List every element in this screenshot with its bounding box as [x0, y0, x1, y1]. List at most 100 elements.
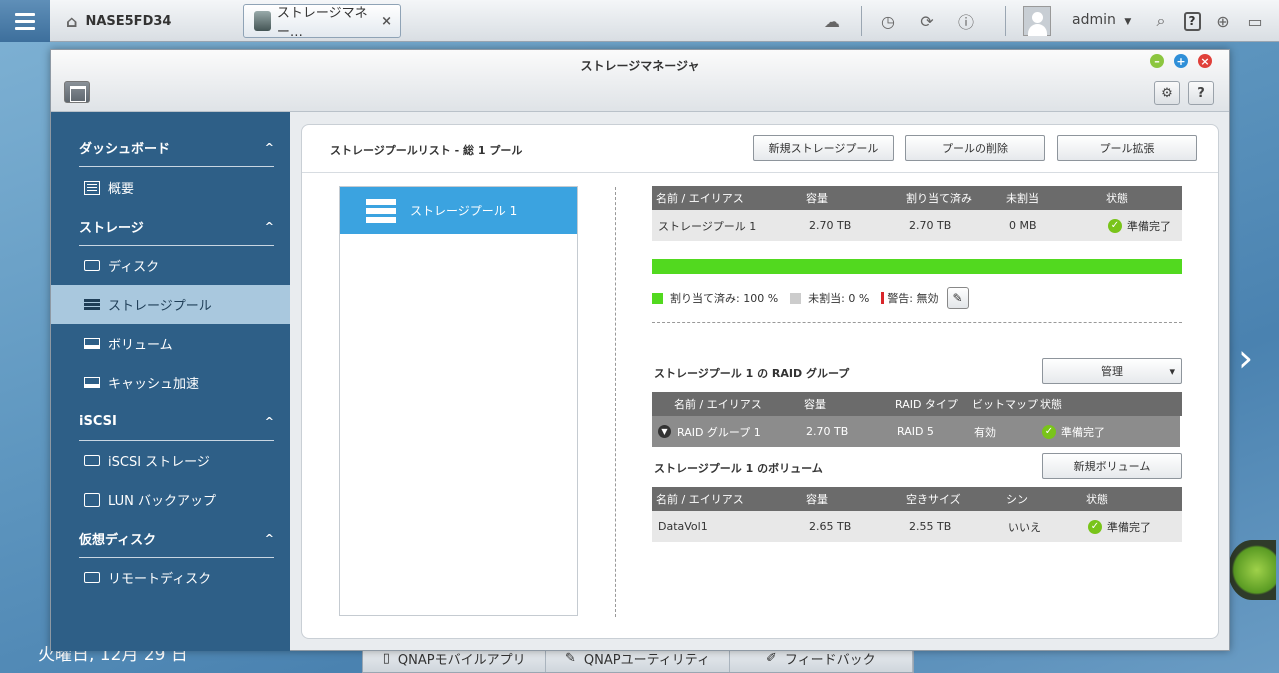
- expand-pool-button[interactable]: プール拡張: [1057, 135, 1197, 161]
- external-device-icon[interactable]: ⟳: [915, 9, 939, 33]
- allocation-bar: [652, 259, 1182, 274]
- cloud-icon[interactable]: ☁: [820, 9, 844, 33]
- cache-icon: [84, 377, 100, 388]
- volume-capacity: 2.65 TB: [809, 520, 852, 533]
- sidebar-item-disks[interactable]: ディスク: [51, 246, 290, 285]
- chevron-up-icon[interactable]: ^: [265, 220, 274, 233]
- sidebar-item-iscsi-storage[interactable]: iSCSI ストレージ: [51, 441, 290, 480]
- chevron-down-icon: ▼: [1124, 17, 1132, 27]
- warning-marker: [881, 292, 885, 304]
- window-title-bar[interactable]: ストレージマネージャ – + × ⚙ ?: [51, 50, 1229, 112]
- column-header: 状態: [1106, 192, 1128, 205]
- background-tasks-icon[interactable]: ◷: [876, 9, 900, 33]
- avatar[interactable]: [1023, 6, 1051, 36]
- dashboard-gauge-icon[interactable]: [1228, 540, 1276, 600]
- language-globe-icon[interactable]: ⊕: [1211, 9, 1235, 33]
- help-icon-label: ?: [1183, 11, 1201, 31]
- toolbar-divider: [861, 6, 862, 36]
- column-header: 空きサイズ: [906, 493, 961, 506]
- sidebar-item-volumes[interactable]: ボリューム: [51, 324, 290, 363]
- help-button[interactable]: ?: [1188, 81, 1214, 105]
- maximize-button[interactable]: +: [1174, 54, 1188, 68]
- search-icon[interactable]: ⌕: [1149, 9, 1173, 33]
- pool-list: ストレージプール 1: [339, 186, 578, 616]
- volume-icon: [84, 338, 100, 349]
- new-storage-pool-button[interactable]: 新規ストレージプール: [753, 135, 894, 161]
- help-icon[interactable]: ?: [1180, 9, 1204, 33]
- sidebar-section-dashboard[interactable]: ダッシュボード ^: [79, 128, 274, 167]
- manage-dropdown-button[interactable]: 管理 ▾: [1042, 358, 1182, 384]
- status-badge: ✓ 準備完了: [1042, 416, 1105, 447]
- user-name: admin: [1072, 12, 1116, 28]
- new-volume-button[interactable]: 新規ボリューム: [1042, 453, 1182, 479]
- sidebar-item-storage-pool[interactable]: ストレージプール: [51, 285, 290, 324]
- raid-type: RAID 5: [897, 425, 934, 438]
- chevron-down-icon: ▾: [1169, 364, 1175, 378]
- sidebar-item-remote-disk[interactable]: リモートディスク: [51, 558, 290, 597]
- close-button[interactable]: ×: [1198, 54, 1212, 68]
- sidebar-item-label: ディスク: [108, 260, 160, 275]
- unallocated-swatch: [790, 292, 802, 304]
- volumes-title: ストレージプール 1 のボリューム: [654, 462, 823, 475]
- list-icon: [84, 180, 100, 195]
- column-header: シン: [1006, 493, 1028, 506]
- settings-gear-icon[interactable]: ⚙: [1154, 81, 1180, 105]
- chevron-up-icon[interactable]: ^: [265, 532, 274, 545]
- volume-free-size: 2.55 TB: [909, 520, 952, 533]
- sidebar-item-label: ストレージプール: [108, 299, 212, 314]
- pool-unallocated: 0 MB: [1009, 219, 1037, 232]
- sidebar-section-label: ダッシュボード: [79, 141, 171, 157]
- status-badge: ✓ 準備完了: [1088, 511, 1151, 542]
- storage-pool-icon: [84, 298, 100, 312]
- column-header: 名前 / エイリアス: [656, 192, 744, 205]
- tab-close-button[interactable]: ×: [381, 14, 392, 29]
- sidebar-section-storage[interactable]: ストレージ ^: [79, 207, 274, 246]
- column-header: ビットマップ: [972, 398, 1038, 411]
- sidebar-section-iscsi[interactable]: iSCSI ^: [79, 402, 274, 441]
- tab-label: ストレージマネー…: [276, 6, 368, 40]
- allocation-legend: 割り当て済み: 100 % 未割当: 0 % 警告: 無効 ✎: [652, 287, 969, 309]
- pool-list-title: ストレージプールリスト - 総 1 プール: [330, 144, 523, 157]
- raid-capacity: 2.70 TB: [806, 425, 849, 438]
- raid-name: RAID グループ 1: [677, 425, 761, 439]
- sidebar-toggle-icon[interactable]: [64, 81, 90, 103]
- table-row[interactable]: ▼ RAID グループ 1 2.70 TB RAID 5 有効 ✓ 準備完了: [652, 416, 1180, 447]
- table-row[interactable]: DataVol1 2.65 TB 2.55 TB いいえ ✓ 準備完了: [652, 511, 1182, 542]
- pool-allocated: 2.70 TB: [909, 219, 952, 232]
- main-menu-button[interactable]: [0, 0, 50, 42]
- column-header: 名前 / エイリアス: [656, 493, 744, 506]
- pool-capacity: 2.70 TB: [809, 219, 852, 232]
- sidebar-item-cache[interactable]: キャッシュ加速: [51, 363, 290, 402]
- table-row[interactable]: ストレージプール 1 2.70 TB 2.70 TB 0 MB ✓ 準備完了: [652, 210, 1182, 241]
- delete-pool-button[interactable]: プールの削除: [905, 135, 1045, 161]
- storage-pool-icon: [366, 198, 396, 224]
- sidebar-item-overview[interactable]: 概要: [51, 168, 290, 207]
- storage-manager-window: ストレージマネージャ – + × ⚙ ? ダッシュボード ^ 概要 ストレージ …: [50, 49, 1230, 651]
- pool-name: ストレージプール 1: [658, 219, 757, 233]
- tab-storage-manager[interactable]: ストレージマネー… ×: [243, 4, 401, 40]
- toolbar-divider: [1005, 6, 1006, 36]
- home-tab[interactable]: ⌂ NASE5FD34: [56, 4, 236, 38]
- info-icon[interactable]: ⓘ: [954, 9, 978, 33]
- volume-name: DataVol1: [658, 520, 708, 533]
- disk-icon: [84, 260, 100, 271]
- sidebar-item-lun-backup[interactable]: LUN バックアップ: [51, 480, 290, 519]
- pool-list-item[interactable]: ストレージプール 1: [340, 187, 577, 234]
- minimize-button[interactable]: –: [1150, 54, 1164, 68]
- sidebar-section-virtual-disk[interactable]: 仮想ディスク ^: [79, 519, 274, 558]
- desktop-preferences-icon[interactable]: ▭: [1243, 9, 1267, 33]
- pool-item-label: ストレージプール 1: [410, 204, 518, 218]
- sidebar-item-label: リモートディスク: [108, 572, 212, 587]
- feedback-icon: ✐: [765, 651, 777, 666]
- raid-table-header: 名前 / エイリアス 容量 RAID タイプ ビットマップ 状態: [652, 392, 1182, 416]
- chevron-up-icon[interactable]: ^: [265, 415, 274, 428]
- edit-pencil-icon[interactable]: ✎: [946, 287, 969, 309]
- chevron-up-icon[interactable]: ^: [265, 141, 274, 154]
- expand-chevron-icon[interactable]: ▼: [658, 416, 671, 447]
- sidebar-section-label: 仮想ディスク: [79, 532, 157, 548]
- sidebar-item-label: 概要: [108, 182, 135, 197]
- user-menu[interactable]: admin ▼: [1072, 12, 1131, 28]
- sidebar-item-label: ボリューム: [108, 338, 173, 353]
- mobile-icon: ▯: [382, 651, 390, 666]
- next-page-arrow-icon[interactable]: ›: [1238, 336, 1253, 380]
